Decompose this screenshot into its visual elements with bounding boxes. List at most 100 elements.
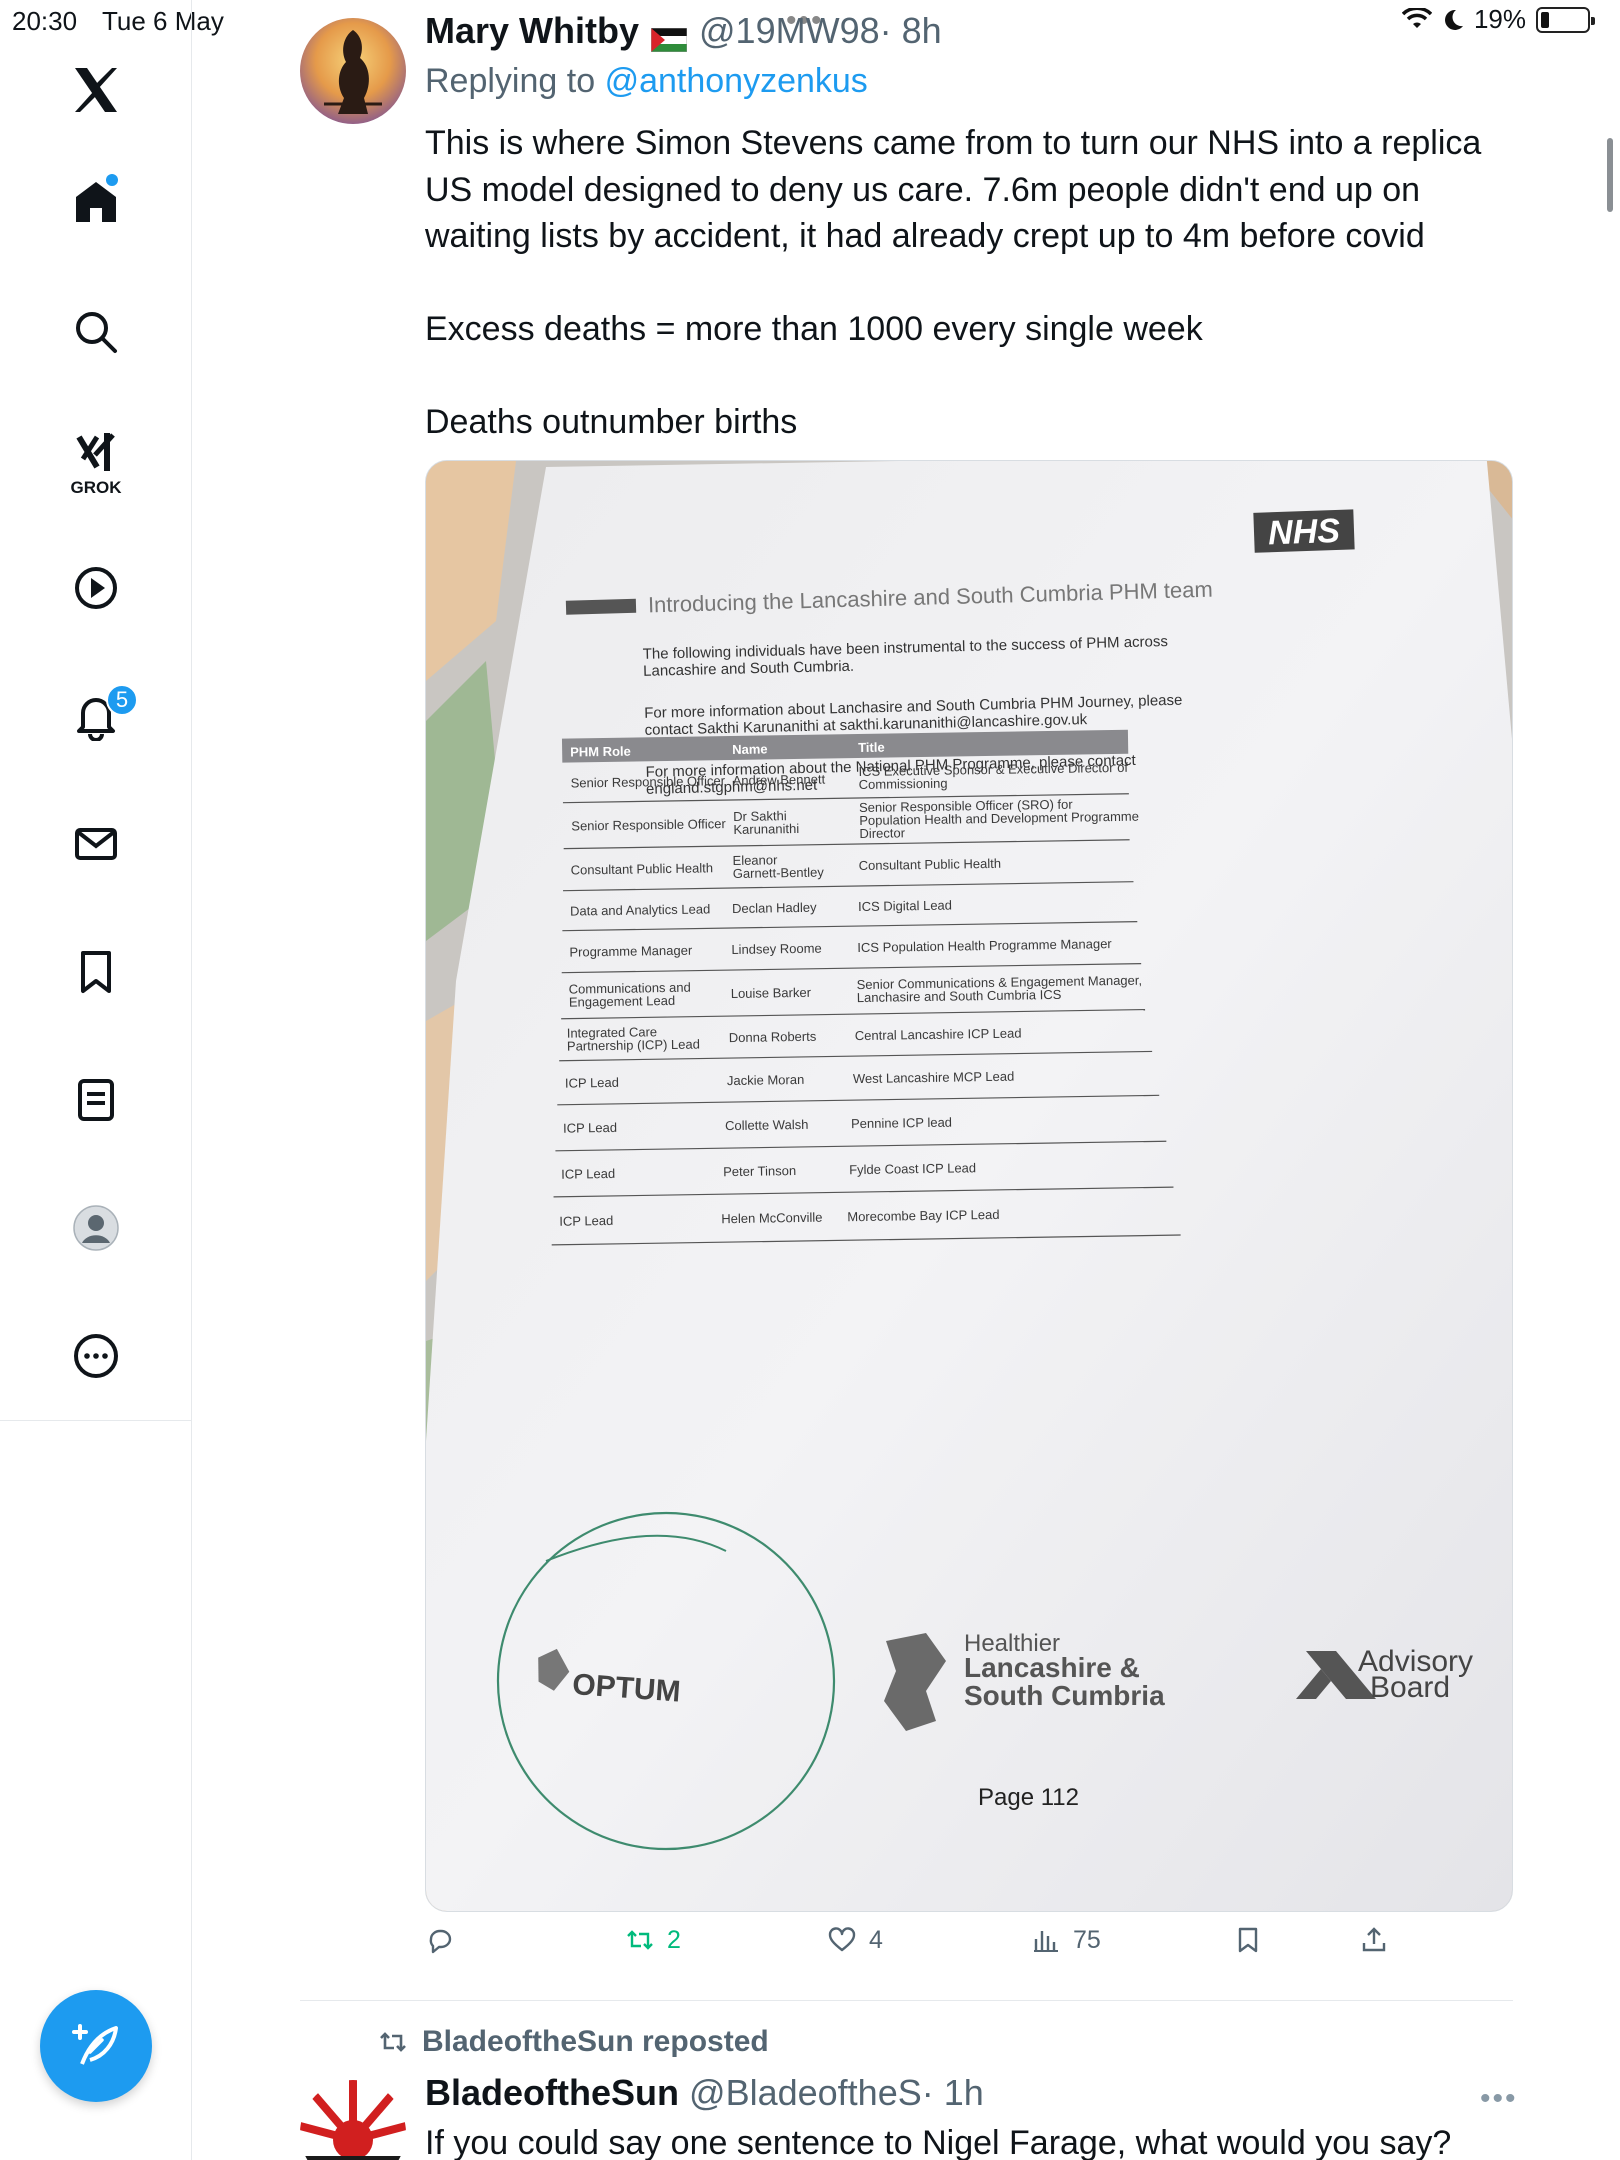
replying-to: Replying to @anthonyzenkus bbox=[425, 62, 868, 101]
table-cell: Karunanithi bbox=[733, 821, 799, 837]
table-cell: ICP Lead bbox=[565, 1075, 619, 1091]
next-author-name[interactable]: BladeoftheSun bbox=[425, 2072, 679, 2113]
next-tweet-text: If you could say one sentence to Nigel F… bbox=[425, 2124, 1452, 2160]
home-icon[interactable] bbox=[56, 162, 136, 242]
battery-percent: 19% bbox=[1473, 4, 1526, 34]
table-cell: ICP Lead bbox=[561, 1166, 615, 1182]
table-cell: Lindsey Roome bbox=[731, 941, 822, 957]
views-button[interactable]: 75 bbox=[1031, 1925, 1101, 1955]
x-logo-icon[interactable] bbox=[56, 50, 136, 130]
table-cell: Fylde Coast ICP Lead bbox=[849, 1160, 976, 1177]
table-cell: Consultant Public Health bbox=[571, 860, 714, 877]
table-cell: Director bbox=[859, 825, 905, 841]
table-cell: ICP Lead bbox=[559, 1213, 613, 1229]
profile-avatar-icon[interactable] bbox=[56, 1188, 136, 1268]
repost-icon bbox=[627, 1930, 653, 1950]
table-cell: Louise Barker bbox=[731, 985, 812, 1001]
reply-icon bbox=[429, 1929, 452, 1954]
document-page-number: Page 112 bbox=[978, 1784, 1079, 1811]
wifi-icon bbox=[1401, 7, 1432, 28]
table-cell: Declan Hadley bbox=[732, 900, 817, 916]
table-header-cell: Name bbox=[732, 741, 768, 757]
table-cell: Collette Walsh bbox=[725, 1117, 809, 1133]
table-cell: Peter Tinson bbox=[723, 1163, 796, 1179]
table-cell: Commissioning bbox=[859, 776, 948, 792]
search-icon[interactable] bbox=[56, 292, 136, 372]
compose-feather-icon bbox=[72, 2024, 118, 2065]
like-count: 4 bbox=[869, 1925, 883, 1954]
sidebar-divider bbox=[0, 1420, 192, 1421]
grok-label[interactable]: GROK bbox=[0, 478, 192, 498]
status-right: 19% bbox=[1401, 4, 1595, 35]
replying-prefix: Replying to bbox=[425, 62, 596, 100]
table-cell: Helen McConville bbox=[721, 1210, 822, 1227]
reply-button[interactable] bbox=[425, 1925, 467, 1955]
reposted-by[interactable]: BladeoftheSun reposted bbox=[378, 2025, 769, 2059]
table-cell: Data and Analytics Lead bbox=[570, 901, 710, 918]
table-cell: Jackie Moran bbox=[727, 1072, 805, 1088]
table-cell: Consultant Public Health bbox=[859, 856, 1002, 873]
next-tweet-header: BladeoftheSun @BladeoftheS· 1h bbox=[425, 2072, 984, 2114]
tweet-header: Mary Whitby @19MW98 · 8h bbox=[425, 10, 942, 53]
views-chart-icon bbox=[1034, 1931, 1058, 1952]
table-cell: Programme Manager bbox=[569, 943, 693, 960]
table-cell: ICP Lead bbox=[563, 1120, 617, 1136]
replying-to-link[interactable]: @anthonyzenkus bbox=[605, 62, 868, 100]
next-author-handle[interactable]: @BladeoftheS bbox=[689, 2072, 922, 2113]
table-header-cell: Title bbox=[858, 740, 885, 755]
video-play-icon[interactable] bbox=[56, 548, 136, 628]
tweet-text: This is where Simon Stevens came from to… bbox=[425, 124, 1482, 441]
bookmarks-icon[interactable] bbox=[56, 932, 136, 1012]
do-not-disturb-icon bbox=[1444, 9, 1463, 30]
compose-post-button[interactable] bbox=[40, 1990, 152, 2102]
repost-small-icon bbox=[380, 2032, 406, 2052]
reposted-by-label: BladeoftheSun reposted bbox=[422, 2025, 769, 2058]
more-options-icon[interactable] bbox=[56, 1316, 136, 1396]
healthier-logo-line: Lancashire & bbox=[964, 1652, 1140, 1683]
share-button[interactable] bbox=[1359, 1925, 1389, 1955]
table-cell: Senior Responsible Officer bbox=[571, 773, 726, 790]
messages-envelope-icon[interactable] bbox=[56, 804, 136, 884]
views-count: 75 bbox=[1073, 1925, 1101, 1954]
bookmark-icon bbox=[1238, 1927, 1258, 1953]
advisory-logo-line: Board bbox=[1370, 1671, 1450, 1704]
scrollbar[interactable] bbox=[1607, 138, 1613, 212]
next-tweet-time[interactable]: · 1h bbox=[922, 2072, 984, 2113]
tweet-divider bbox=[300, 2000, 1513, 2001]
table-cell: Andrew Bennett bbox=[733, 772, 826, 788]
bookmark-button[interactable] bbox=[1233, 1925, 1263, 1955]
next-author-avatar[interactable] bbox=[300, 2080, 406, 2160]
nhs-logo: NHS bbox=[1253, 509, 1355, 553]
table-header-cell: PHM Role bbox=[570, 744, 631, 760]
healthier-logo-line: South Cumbria bbox=[964, 1680, 1165, 1711]
share-icon bbox=[1362, 1927, 1386, 1952]
table-cell: West Lancashire MCP Lead bbox=[853, 1069, 1015, 1087]
next-tweet-more-icon[interactable]: ••• bbox=[1480, 2082, 1518, 2116]
author-avatar[interactable] bbox=[300, 18, 406, 124]
liver-bird-avatar-icon bbox=[324, 30, 382, 114]
table-cell: Garnett-Bentley bbox=[733, 865, 825, 881]
table-cell: Partnership (ICP) Lead bbox=[567, 1037, 700, 1054]
notifications-badge: 5 bbox=[106, 684, 138, 716]
lists-icon[interactable] bbox=[56, 1060, 136, 1140]
tweet-actions: 2 4 75 bbox=[425, 1925, 1425, 1969]
repost-button[interactable]: 2 bbox=[625, 1925, 681, 1955]
like-button[interactable]: 4 bbox=[827, 1925, 883, 1955]
author-name[interactable]: Mary Whitby bbox=[425, 10, 639, 52]
nhs-logo-text: NHS bbox=[1267, 512, 1340, 552]
repost-count: 2 bbox=[667, 1925, 681, 1954]
table-cell: Pennine ICP lead bbox=[851, 1115, 952, 1132]
home-unread-dot bbox=[106, 174, 118, 186]
table-cell: Central Lancashire ICP Lead bbox=[855, 1025, 1022, 1043]
sidebar-nav: GROK 5 bbox=[0, 0, 192, 2160]
table-cell: ICS Digital Lead bbox=[858, 898, 952, 914]
rising-sun-avatar-icon bbox=[300, 2080, 406, 2160]
table-cell: Engagement Lead bbox=[569, 993, 675, 1010]
tweet-time[interactable]: · 8h bbox=[880, 10, 942, 52]
tweet-image[interactable]: NHS Introducing the Lancashire and South… bbox=[425, 460, 1513, 1912]
table-cell: Senior Responsible Officer bbox=[571, 816, 726, 833]
table-cell: Donna Roberts bbox=[729, 1029, 817, 1045]
author-handle[interactable]: @19MW98 bbox=[699, 10, 880, 52]
table-cell: Morecombe Bay ICP Lead bbox=[847, 1207, 999, 1224]
heart-icon bbox=[828, 1927, 856, 1952]
